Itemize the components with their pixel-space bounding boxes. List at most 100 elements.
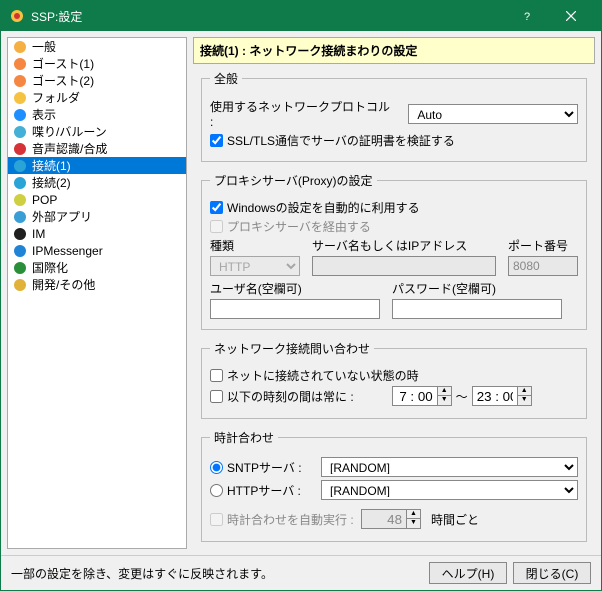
display-icon: [12, 107, 28, 123]
sntp-label: SNTPサーバ :: [227, 459, 317, 476]
http-radio[interactable]: [210, 484, 223, 497]
sidebar-item-8[interactable]: 接続(2): [8, 174, 186, 191]
offline-label: ネットに接続されていない状態の時: [227, 367, 419, 384]
i18n-icon: [12, 260, 28, 276]
sidebar-item-label: IPMessenger: [32, 244, 103, 258]
clockauto-label: 時計合わせを自動実行 :: [227, 511, 357, 528]
sidebar-item-label: フォルダ: [32, 89, 80, 106]
http-select[interactable]: [RANDOM]: [321, 480, 578, 500]
titlebar: SSP:設定 ?: [1, 1, 601, 31]
sidebar-item-9[interactable]: POP: [8, 191, 186, 208]
sidebar-item-label: IM: [32, 227, 45, 241]
general-group: 全般 使用するネットワークプロトコル : Auto SSL/TLS通信でサーバの…: [201, 70, 587, 162]
general-icon: [12, 39, 28, 55]
offline-checkbox[interactable]: [210, 369, 223, 382]
sidebar-item-1[interactable]: ゴースト(1): [8, 55, 186, 72]
sidebar-item-11[interactable]: IM: [8, 225, 186, 242]
proxy-use-checkbox[interactable]: [210, 220, 223, 233]
ipm-icon: [12, 243, 28, 259]
sidebar-item-label: ゴースト(1): [32, 55, 94, 72]
talk-icon: [12, 124, 28, 140]
folder-icon: [12, 90, 28, 106]
clock-legend: 時計合わせ: [210, 429, 278, 446]
sidebar-item-12[interactable]: IPMessenger: [8, 242, 186, 259]
sidebar-item-label: 外部アプリ: [32, 208, 92, 225]
proxy-type-label: 種類: [210, 237, 300, 254]
extapp-icon: [12, 209, 28, 225]
clockauto-unit: 時間ごと: [431, 511, 479, 528]
footer: 一部の設定を除き、変更はすぐに反映されます。 ヘルプ(H) 閉じる(C): [1, 555, 601, 590]
sidebar-item-10[interactable]: 外部アプリ: [8, 208, 186, 225]
sidebar-item-label: ゴースト(2): [32, 72, 94, 89]
sntp-select[interactable]: [RANDOM]: [321, 457, 578, 477]
proxy-group: プロキシサーバ(Proxy)の設定 Windowsの設定を自動的に利用する プロ…: [201, 172, 587, 330]
net-icon: [12, 175, 28, 191]
time-from-spinner[interactable]: ▲▼: [392, 386, 452, 406]
sntp-radio[interactable]: [210, 461, 223, 474]
netcheck-legend: ネットワーク接続問い合わせ: [210, 340, 374, 357]
time-checkbox[interactable]: [210, 390, 223, 403]
sidebar-item-label: POP: [32, 193, 57, 207]
protocol-select[interactable]: Auto: [408, 104, 578, 124]
settings-window: SSP:設定 ? 一般ゴースト(1)ゴースト(2)フォルダ表示喋り/バルーン音声…: [0, 0, 602, 591]
proxy-user-input[interactable]: [210, 299, 380, 319]
voice-icon: [12, 141, 28, 157]
sidebar-item-13[interactable]: 国際化: [8, 259, 186, 276]
sidebar-item-5[interactable]: 喋り/バルーン: [8, 123, 186, 140]
sidebar: 一般ゴースト(1)ゴースト(2)フォルダ表示喋り/バルーン音声認識/合成接続(1…: [7, 37, 187, 549]
ghost-icon: [12, 56, 28, 72]
net-icon: [12, 158, 28, 174]
sidebar-item-4[interactable]: 表示: [8, 106, 186, 123]
sidebar-item-2[interactable]: ゴースト(2): [8, 72, 186, 89]
sidebar-item-0[interactable]: 一般: [8, 38, 186, 55]
dev-icon: [12, 277, 28, 293]
sidebar-item-label: 表示: [32, 106, 56, 123]
close-button[interactable]: [549, 1, 593, 31]
proxy-pass-input[interactable]: [392, 299, 562, 319]
sidebar-item-14[interactable]: 開発/その他: [8, 276, 186, 293]
sidebar-item-label: 接続(2): [32, 174, 71, 191]
proxy-server-input[interactable]: [312, 256, 496, 276]
clock-group: 時計合わせ SNTPサーバ : [RANDOM] HTTPサーバ : [RAND…: [201, 429, 587, 542]
window-title: SSP:設定: [31, 8, 505, 25]
clockauto-spinner[interactable]: ▲▼: [361, 509, 421, 529]
ssl-checkbox[interactable]: [210, 134, 223, 147]
proxy-auto-checkbox[interactable]: [210, 201, 223, 214]
sidebar-item-label: 喋り/バルーン: [32, 123, 107, 140]
clockauto-checkbox[interactable]: [210, 513, 223, 526]
proxy-user-label: ユーザ名(空欄可): [210, 280, 380, 297]
svg-text:?: ?: [524, 11, 530, 22]
sidebar-item-label: 接続(1): [32, 157, 71, 174]
proxy-auto-label: Windowsの設定を自動的に利用する: [227, 199, 420, 216]
proxy-port-label: ポート番号: [508, 237, 578, 254]
sidebar-item-label: 音声認識/合成: [32, 140, 107, 157]
proxy-pass-label: パスワード(空欄可): [392, 280, 562, 297]
im-icon: [12, 226, 28, 242]
http-label: HTTPサーバ :: [227, 482, 317, 499]
proxy-use-label: プロキシサーバを経由する: [227, 218, 371, 235]
proxy-legend: プロキシサーバ(Proxy)の設定: [210, 172, 377, 189]
ssl-label: SSL/TLS通信でサーバの証明書を検証する: [227, 132, 455, 149]
sidebar-item-7[interactable]: 接続(1): [8, 157, 186, 174]
proxy-server-label: サーバ名もしくはIPアドレス: [312, 237, 496, 254]
ghost-icon: [12, 73, 28, 89]
general-legend: 全般: [210, 70, 242, 87]
app-icon: [9, 8, 25, 24]
sidebar-item-label: 開発/その他: [32, 276, 95, 293]
content-area: 一般ゴースト(1)ゴースト(2)フォルダ表示喋り/バルーン音声認識/合成接続(1…: [1, 31, 601, 555]
close-footer-button[interactable]: 閉じる(C): [513, 562, 591, 584]
time-to-spinner[interactable]: ▲▼: [472, 386, 532, 406]
help-button[interactable]: ?: [505, 1, 549, 31]
pop-icon: [12, 192, 28, 208]
panel-body: 全般 使用するネットワークプロトコル : Auto SSL/TLS通信でサーバの…: [193, 64, 595, 549]
help-footer-button[interactable]: ヘルプ(H): [429, 562, 507, 584]
sidebar-item-6[interactable]: 音声認識/合成: [8, 140, 186, 157]
footer-message: 一部の設定を除き、変更はすぐに反映されます。: [11, 565, 423, 582]
proxy-type-select[interactable]: HTTP: [210, 256, 300, 276]
proxy-port-input[interactable]: [508, 256, 578, 276]
panel-header: 接続(1) : ネットワーク接続まわりの設定: [193, 37, 595, 64]
sidebar-item-3[interactable]: フォルダ: [8, 89, 186, 106]
time-separator: ～: [456, 388, 468, 405]
main-panel: 接続(1) : ネットワーク接続まわりの設定 全般 使用するネットワークプロトコ…: [193, 37, 595, 549]
sidebar-item-label: 一般: [32, 38, 56, 55]
